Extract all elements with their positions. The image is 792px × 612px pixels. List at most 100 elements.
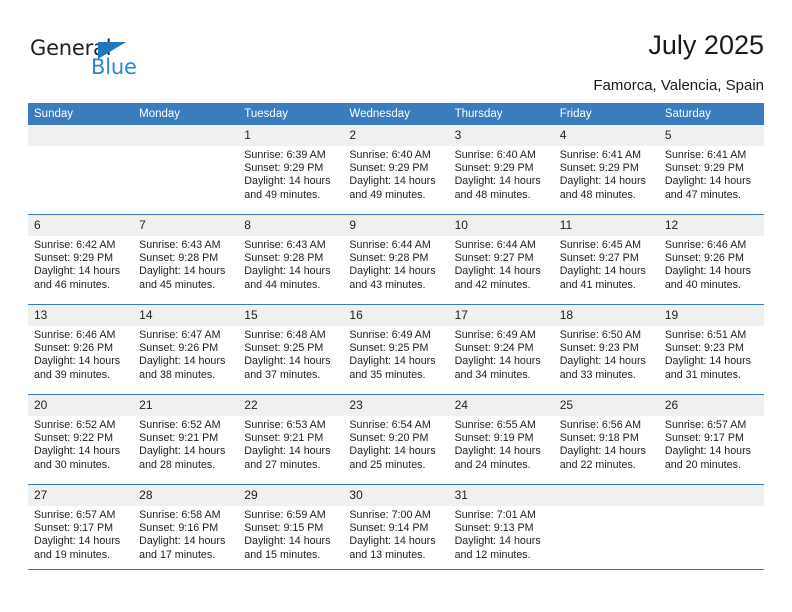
day-sunset-text: Sunset: 9:24 PM bbox=[454, 342, 534, 355]
day-sunset-text: Sunset: 9:23 PM bbox=[664, 342, 744, 355]
day-sun-info: Sunrise: 6:54 AM Sunset: 9:20 PM Daylight:… bbox=[343, 416, 448, 472]
calendar-day-cell[interactable]: 1 Sunrise: 6:39 AM Sunset: 9:29 PM Daylight… bbox=[238, 125, 344, 215]
day-daylight2-text: and 40 minutes. bbox=[664, 278, 741, 291]
calendar-day-cell[interactable]: 4 Sunrise: 6:41 AM Sunset: 9:29 PM Daylight… bbox=[553, 125, 659, 215]
day-number: 14 bbox=[133, 305, 239, 326]
calendar-day-cell[interactable]: 17 Sunrise: 6:49 AM Sunset: 9:24 PM Dayligh… bbox=[448, 304, 554, 395]
day-daylight2-text: and 27 minutes. bbox=[244, 458, 321, 471]
day-cell-content: 17 Sunrise: 6:49 AM Sunset: 9:24 PM Dayligh… bbox=[448, 305, 554, 394]
day-cell-content: 30 Sunrise: 7:00 AM Sunset: 9:14 PM Dayligh… bbox=[343, 485, 449, 574]
calendar-day-cell[interactable]: 8 Sunrise: 6:43 AM Sunset: 9:28 PM Daylight… bbox=[238, 214, 344, 305]
day-daylight2-text: and 22 minutes. bbox=[559, 458, 636, 471]
day-cell-content: 20 Sunrise: 6:52 AM Sunset: 9:22 PM Dayligh… bbox=[28, 395, 134, 484]
calendar-day-cell[interactable]: 25 Sunrise: 6:56 AM Sunset: 9:18 PM Dayligh… bbox=[553, 394, 659, 485]
day-sunrise-text: Sunrise: 6:54 AM bbox=[349, 419, 431, 431]
calendar-day-cell[interactable]: 28 Sunrise: 6:58 AM Sunset: 9:16 PM Dayligh… bbox=[133, 484, 239, 574]
calendar-day-cell[interactable]: 16 Sunrise: 6:49 AM Sunset: 9:25 PM Dayligh… bbox=[343, 304, 449, 395]
day-number: 28 bbox=[133, 485, 239, 506]
day-sunrise-text: Sunrise: 6:44 AM bbox=[349, 239, 431, 251]
day-sun-info: Sunrise: 6:49 AM Sunset: 9:25 PM Daylight:… bbox=[343, 326, 448, 382]
day-sun-info: Sunrise: 6:52 AM Sunset: 9:22 PM Daylight:… bbox=[28, 416, 133, 472]
calendar-week-row: 6 Sunrise: 6:42 AM Sunset: 9:29 PM Daylight… bbox=[28, 214, 764, 305]
calendar-day-cell[interactable]: 7 Sunrise: 6:43 AM Sunset: 9:28 PM Daylight… bbox=[133, 214, 239, 305]
day-cell-content bbox=[658, 485, 764, 574]
day-daylight1-text: Daylight: 14 hours bbox=[139, 265, 226, 278]
day-daylight2-text: and 46 minutes. bbox=[34, 278, 111, 291]
calendar-day-cell[interactable]: 15 Sunrise: 6:48 AM Sunset: 9:25 PM Dayligh… bbox=[238, 304, 344, 395]
weekday-header-friday: Friday bbox=[553, 103, 659, 125]
calendar-day-cell[interactable]: 22 Sunrise: 6:53 AM Sunset: 9:21 PM Dayligh… bbox=[238, 394, 344, 485]
day-daylight1-text: Daylight: 14 hours bbox=[244, 535, 331, 548]
calendar-day-cell[interactable]: 20 Sunrise: 6:52 AM Sunset: 9:22 PM Dayligh… bbox=[28, 394, 134, 485]
day-number: 4 bbox=[553, 125, 659, 146]
day-sun-info: Sunrise: 6:48 AM Sunset: 9:25 PM Daylight:… bbox=[238, 326, 343, 382]
day-number: 8 bbox=[238, 215, 344, 236]
day-sunrise-text: Sunrise: 6:40 AM bbox=[454, 149, 536, 161]
day-sun-info: Sunrise: 6:52 AM Sunset: 9:21 PM Daylight:… bbox=[133, 416, 238, 472]
day-cell-content: 6 Sunrise: 6:42 AM Sunset: 9:29 PM Daylight… bbox=[28, 215, 134, 304]
day-cell-content: 16 Sunrise: 6:49 AM Sunset: 9:25 PM Dayligh… bbox=[343, 305, 449, 394]
calendar-body: 1 Sunrise: 6:39 AM Sunset: 9:29 PM Daylight… bbox=[28, 125, 764, 574]
calendar-day-cell[interactable]: 18 Sunrise: 6:50 AM Sunset: 9:23 PM Dayligh… bbox=[553, 304, 659, 395]
day-sun-info: Sunrise: 6:58 AM Sunset: 9:16 PM Daylight:… bbox=[133, 506, 238, 562]
day-sunset-text: Sunset: 9:28 PM bbox=[139, 252, 219, 265]
day-sunrise-text: Sunrise: 6:58 AM bbox=[139, 509, 221, 521]
calendar-day-cell[interactable]: 2 Sunrise: 6:40 AM Sunset: 9:29 PM Daylight… bbox=[343, 125, 449, 215]
day-number: 21 bbox=[133, 395, 239, 416]
day-cell-content: 7 Sunrise: 6:43 AM Sunset: 9:28 PM Daylight… bbox=[133, 215, 239, 304]
day-sunrise-text: Sunrise: 6:46 AM bbox=[664, 239, 747, 251]
day-sunrise-text: Sunrise: 6:39 AM bbox=[244, 149, 326, 161]
day-sunrise-text: Sunrise: 6:49 AM bbox=[454, 329, 536, 341]
calendar-day-cell[interactable]: 30 Sunrise: 7:00 AM Sunset: 9:14 PM Dayligh… bbox=[343, 484, 449, 574]
day-sunset-text: Sunset: 9:26 PM bbox=[664, 252, 744, 265]
day-daylight1-text: Daylight: 14 hours bbox=[139, 355, 226, 368]
day-sun-info: Sunrise: 6:40 AM Sunset: 9:29 PM Daylight:… bbox=[343, 146, 448, 202]
day-cell-content: 31 Sunrise: 7:01 AM Sunset: 9:13 PM Dayligh… bbox=[448, 485, 554, 574]
day-sun-info: Sunrise: 6:41 AM Sunset: 9:29 PM Daylight:… bbox=[554, 146, 659, 202]
day-cell-content: 26 Sunrise: 6:57 AM Sunset: 9:17 PM Dayligh… bbox=[658, 395, 764, 484]
day-sunrise-text: Sunrise: 6:45 AM bbox=[559, 239, 642, 251]
day-number: 25 bbox=[553, 395, 659, 416]
day-daylight1-text: Daylight: 14 hours bbox=[349, 535, 436, 548]
day-daylight1-text: Daylight: 14 hours bbox=[244, 175, 331, 188]
day-sun-info: Sunrise: 6:57 AM Sunset: 9:17 PM Daylight:… bbox=[28, 506, 133, 562]
calendar-day-cell[interactable]: 21 Sunrise: 6:52 AM Sunset: 9:21 PM Dayligh… bbox=[133, 394, 239, 485]
day-daylight2-text: and 41 minutes. bbox=[559, 278, 636, 291]
calendar-day-cell[interactable]: 23 Sunrise: 6:54 AM Sunset: 9:20 PM Dayligh… bbox=[343, 394, 449, 485]
general-blue-logo[interactable]: General Blue bbox=[30, 36, 230, 90]
calendar-day-cell[interactable]: 29 Sunrise: 6:59 AM Sunset: 9:15 PM Dayligh… bbox=[238, 484, 344, 574]
weekday-header-wednesday: Wednesday bbox=[343, 103, 449, 125]
calendar-day-cell[interactable]: 14 Sunrise: 6:47 AM Sunset: 9:26 PM Dayligh… bbox=[133, 304, 239, 395]
calendar-day-cell[interactable]: 24 Sunrise: 6:55 AM Sunset: 9:19 PM Dayligh… bbox=[448, 394, 554, 485]
day-daylight2-text: and 37 minutes. bbox=[244, 368, 321, 381]
day-number: 26 bbox=[658, 395, 764, 416]
day-sunset-text: Sunset: 9:28 PM bbox=[244, 252, 324, 265]
day-sun-info: Sunrise: 6:56 AM Sunset: 9:18 PM Daylight:… bbox=[554, 416, 659, 472]
calendar-page: General Blue July 2025 Famorca, Valencia… bbox=[0, 0, 792, 612]
day-number: 27 bbox=[28, 485, 134, 506]
calendar-day-cell[interactable]: 5 Sunrise: 6:41 AM Sunset: 9:29 PM Daylight… bbox=[658, 125, 764, 215]
calendar-day-cell[interactable]: 11 Sunrise: 6:45 AM Sunset: 9:27 PM Dayligh… bbox=[553, 214, 659, 305]
calendar-day-cell[interactable]: 26 Sunrise: 6:57 AM Sunset: 9:17 PM Dayligh… bbox=[658, 394, 764, 485]
day-cell-content: 11 Sunrise: 6:45 AM Sunset: 9:27 PM Dayligh… bbox=[553, 215, 659, 304]
calendar-day-cell[interactable]: 12 Sunrise: 6:46 AM Sunset: 9:26 PM Dayligh… bbox=[658, 214, 764, 305]
day-sunset-text: Sunset: 9:29 PM bbox=[34, 252, 114, 265]
day-daylight1-text: Daylight: 14 hours bbox=[454, 175, 541, 188]
day-sunset-text: Sunset: 9:21 PM bbox=[139, 432, 219, 445]
day-sun-info: Sunrise: 6:39 AM Sunset: 9:29 PM Daylight:… bbox=[238, 146, 343, 202]
calendar-day-cell[interactable]: 9 Sunrise: 6:44 AM Sunset: 9:28 PM Daylight… bbox=[343, 214, 449, 305]
calendar-day-cell[interactable]: 3 Sunrise: 6:40 AM Sunset: 9:29 PM Daylight… bbox=[448, 125, 554, 215]
day-sun-info: Sunrise: 6:45 AM Sunset: 9:27 PM Daylight:… bbox=[554, 236, 659, 292]
calendar-day-cell[interactable]: 10 Sunrise: 6:44 AM Sunset: 9:27 PM Dayligh… bbox=[448, 214, 554, 305]
day-sunset-text: Sunset: 9:25 PM bbox=[244, 342, 324, 355]
day-sunset-text: Sunset: 9:18 PM bbox=[559, 432, 639, 445]
day-number: 29 bbox=[238, 485, 344, 506]
calendar-day-cell[interactable]: 27 Sunrise: 6:57 AM Sunset: 9:17 PM Dayligh… bbox=[28, 484, 134, 574]
day-cell-content: 27 Sunrise: 6:57 AM Sunset: 9:17 PM Dayligh… bbox=[28, 485, 134, 574]
day-daylight2-text: and 34 minutes. bbox=[454, 368, 531, 381]
calendar-day-cell[interactable]: 31 Sunrise: 7:01 AM Sunset: 9:13 PM Dayligh… bbox=[448, 484, 554, 574]
calendar-day-cell[interactable]: 6 Sunrise: 6:42 AM Sunset: 9:29 PM Daylight… bbox=[28, 214, 134, 305]
day-number: 3 bbox=[448, 125, 554, 146]
calendar-day-cell[interactable]: 13 Sunrise: 6:46 AM Sunset: 9:26 PM Dayligh… bbox=[28, 304, 134, 395]
calendar-day-cell[interactable]: 19 Sunrise: 6:51 AM Sunset: 9:23 PM Dayligh… bbox=[658, 304, 764, 395]
